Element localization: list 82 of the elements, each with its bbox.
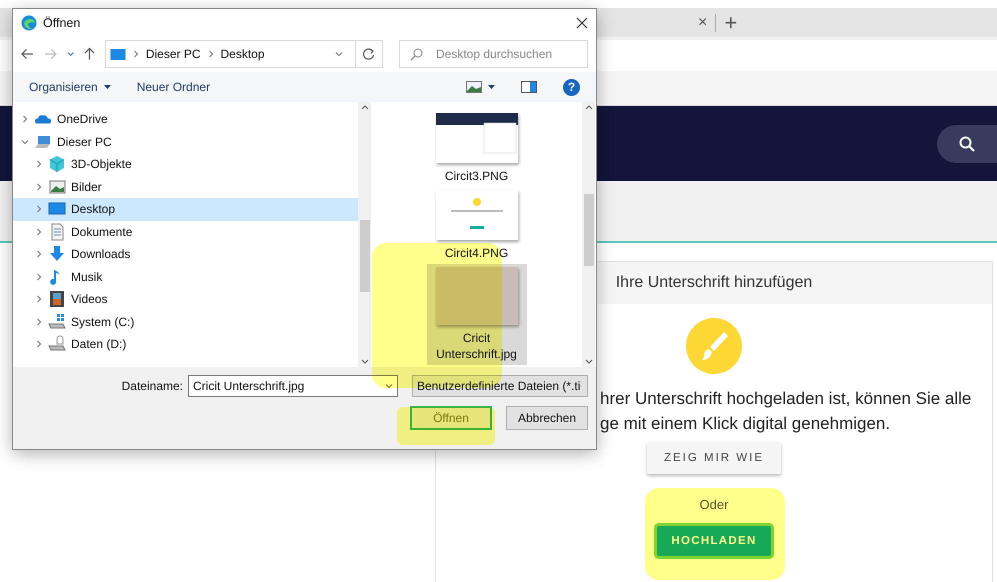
file-name: Circit3.PNG <box>444 168 508 184</box>
tree-item[interactable]: 3D-Objekte <box>13 153 358 176</box>
file-name: Cricit Unterschrift.jpg <box>435 330 518 362</box>
tree-item[interactable]: Desktop <box>13 198 358 220</box>
cloud-icon <box>35 115 51 124</box>
chevron-right-icon[interactable] <box>35 250 43 258</box>
chevron-down-icon[interactable] <box>21 138 29 146</box>
up-arrow-icon[interactable] <box>84 47 95 61</box>
view-menu[interactable] <box>466 81 495 93</box>
file-name: Circit4.PNG <box>444 245 508 261</box>
picture-icon <box>48 178 66 196</box>
chevron-right-icon[interactable] <box>35 295 43 304</box>
scrollbar-thumb[interactable] <box>584 194 594 266</box>
scroll-up-icon[interactable] <box>360 104 368 110</box>
tree-item[interactable]: Dokumente <box>13 220 358 243</box>
chevron-right-icon[interactable] <box>21 115 29 124</box>
search-icon <box>959 136 975 152</box>
organize-menu[interactable]: Organisieren <box>29 80 111 94</box>
search-field[interactable]: Desktop durchsuchen <box>399 40 588 68</box>
file-item[interactable]: Circit3.PNG <box>426 110 526 187</box>
show-me-how-button[interactable]: ZEIG MIR WIE <box>646 442 782 474</box>
dialog-title: Öffnen <box>43 16 82 30</box>
paintbrush-icon <box>686 318 742 374</box>
caret-icon <box>488 85 495 89</box>
drive-icon <box>48 335 66 354</box>
search-icon <box>410 48 423 61</box>
new-tab-button[interactable]: + <box>724 12 738 34</box>
description-text: hrer Unterschrift hochgeladen ist, können Sie alle <box>600 388 972 410</box>
file-item[interactable]: Circit4.PNG <box>426 187 526 264</box>
scroll-down-icon[interactable] <box>584 359 592 365</box>
browser-logo-icon <box>21 14 37 30</box>
tab-close-button[interactable]: × <box>698 14 708 32</box>
cancel-button[interactable]: Abbrechen <box>506 406 588 430</box>
description-text: ge mit einem Klick digital genehmigen. <box>600 413 892 435</box>
chevron-right-icon[interactable] <box>35 205 43 214</box>
file-type-dropdown[interactable]: Benutzerdefinierte Dateien (*.ti <box>412 375 588 397</box>
search-field[interactable] <box>937 124 997 162</box>
chevron-right-icon[interactable] <box>35 272 43 281</box>
refresh-icon <box>362 48 376 60</box>
tree-item[interactable]: Daten (D:) <box>13 333 358 356</box>
chevron-right-icon[interactable] <box>132 50 140 58</box>
close-icon[interactable] <box>576 16 588 28</box>
tree-item[interactable]: Downloads <box>13 243 358 266</box>
or-label: Oder <box>700 497 728 512</box>
chevron-right-icon[interactable] <box>35 340 43 348</box>
drive-icon <box>48 312 66 331</box>
tree-item[interactable]: OneDrive <box>13 108 358 130</box>
preview-pane-icon[interactable] <box>521 81 537 93</box>
filename-field[interactable]: Cricit Unterschrift.jpg <box>188 375 398 397</box>
download-arrow-icon <box>48 245 66 264</box>
chevron-down-icon[interactable] <box>334 50 343 58</box>
scroll-up-icon[interactable] <box>584 104 592 110</box>
caret-icon <box>104 85 111 89</box>
tree-item[interactable]: System (C:) <box>13 310 358 333</box>
back-arrow-icon[interactable] <box>21 48 34 60</box>
tree-item[interactable]: Videos <box>13 288 358 310</box>
help-button[interactable]: ? <box>563 78 580 96</box>
card-title: Ihre Unterschrift hinzufügen <box>616 274 812 292</box>
scroll-down-icon[interactable] <box>360 359 368 365</box>
breadcrumb-item[interactable]: Dieser PC <box>146 47 200 61</box>
file-item[interactable]: Cricit Unterschrift.jpg <box>426 264 526 365</box>
picture-icon <box>466 81 482 93</box>
new-folder-button[interactable]: Neuer Ordner <box>136 80 210 94</box>
monitor-icon <box>110 48 126 60</box>
refresh-button[interactable] <box>356 40 383 68</box>
scrollbar-thumb[interactable] <box>360 220 370 292</box>
film-icon <box>48 290 66 308</box>
address-bar[interactable]: Dieser PC Desktop <box>104 40 356 68</box>
tree-item[interactable]: Dieser PC <box>13 130 358 153</box>
tree-item[interactable]: Musik <box>13 266 358 288</box>
breadcrumb-item[interactable]: Desktop <box>220 47 265 61</box>
chevron-right-icon[interactable] <box>35 182 43 191</box>
cube-icon <box>48 155 66 174</box>
tree-item[interactable]: Bilder <box>13 176 358 198</box>
chevron-right-icon[interactable] <box>35 160 43 168</box>
chevron-right-icon[interactable] <box>35 228 43 236</box>
chevron-down-icon[interactable] <box>66 50 74 58</box>
forward-arrow-icon <box>44 48 57 60</box>
chevron-down-icon[interactable] <box>385 382 393 390</box>
chevron-right-icon[interactable] <box>206 50 214 58</box>
chevron-right-icon[interactable] <box>35 318 43 326</box>
filename-label: Dateiname: <box>122 379 183 393</box>
